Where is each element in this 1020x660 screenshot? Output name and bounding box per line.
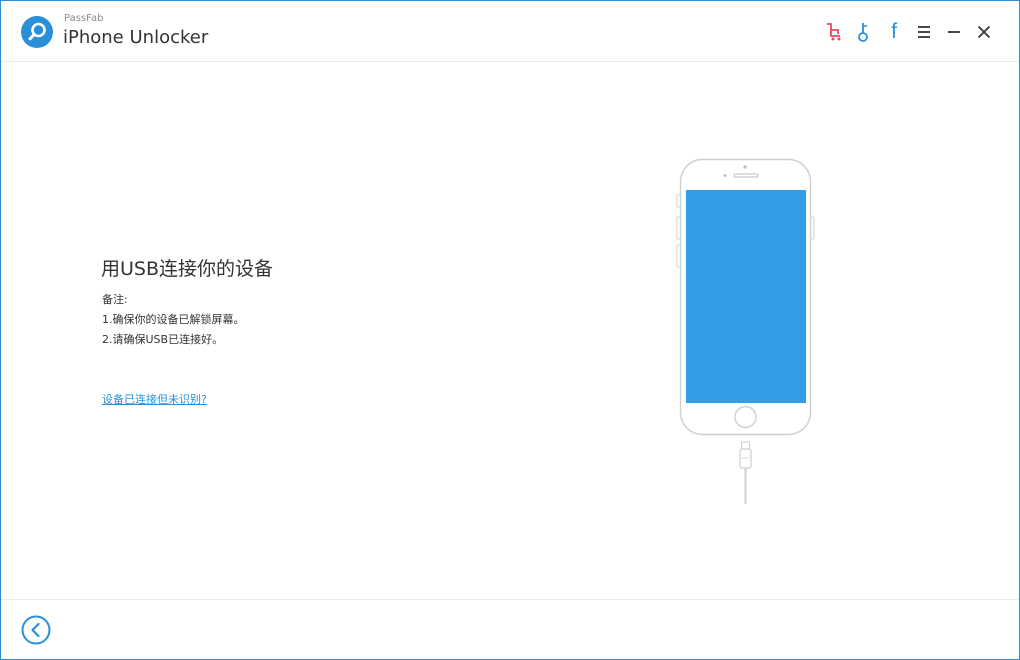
facebook-button[interactable]: f: [879, 19, 909, 45]
title-bar: PassFab iPhone Unlocker f: [1, 1, 1019, 62]
note-label: 备注:: [102, 293, 128, 306]
iphone-illustration: [676, 158, 815, 504]
speaker-slot: [733, 173, 759, 178]
close-button[interactable]: [969, 19, 999, 45]
page-title: 用USB连接你的设备: [101, 258, 274, 280]
window-controls: f: [819, 19, 999, 45]
key-icon: [858, 23, 868, 42]
cart-button[interactable]: [819, 19, 849, 45]
footer-bar: [1, 599, 1019, 659]
note-item: 1.确保你的设备已解锁屏幕。: [102, 313, 245, 326]
device-not-recognized-link[interactable]: 设备已连接但未识别?: [102, 393, 207, 407]
note-item: 2.请确保USB已连接好。: [102, 333, 224, 346]
usb-cable-icon: [739, 441, 752, 504]
phone-screen: [686, 190, 806, 403]
passfab-logo-icon: [21, 16, 53, 48]
back-button[interactable]: [21, 615, 51, 645]
front-sensor: [723, 174, 727, 177]
home-button: [734, 405, 757, 429]
minimize-icon: [948, 31, 960, 33]
brand-name: PassFab: [64, 13, 104, 24]
cart-icon: [827, 23, 841, 41]
camera-dot: [743, 165, 747, 169]
menu-icon: [918, 26, 930, 38]
close-icon: [977, 25, 991, 39]
facebook-icon: f: [891, 20, 897, 43]
app-window: PassFab iPhone Unlocker f 用USB连接你的设备 备注:…: [0, 0, 1020, 660]
minimize-button[interactable]: [939, 19, 969, 45]
menu-button[interactable]: [909, 19, 939, 45]
register-key-button[interactable]: [849, 19, 879, 45]
app-title: iPhone Unlocker: [63, 27, 209, 48]
